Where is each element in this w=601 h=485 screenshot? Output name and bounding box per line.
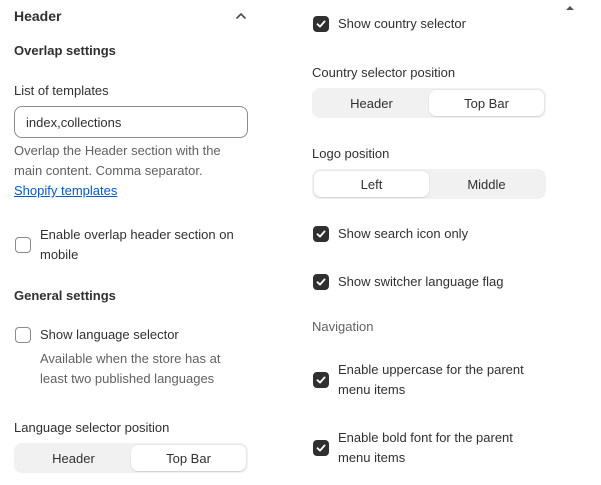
language-position-segmented: Header Top Bar [14, 443, 248, 473]
templates-label: List of templates [14, 83, 109, 98]
uppercase-label-line-1: Enable uppercase for the parent [338, 362, 524, 377]
switcher-flag-label: Show switcher language flag [338, 274, 504, 289]
general-settings-heading: General settings [14, 288, 116, 303]
overlap-settings-heading: Overlap settings [14, 43, 116, 58]
uppercase-checkbox[interactable] [313, 372, 329, 388]
logo-position-option-middle[interactable]: Middle [429, 171, 544, 197]
section-title: Header [14, 8, 62, 24]
overlap-mobile-label-line-1: Enable overlap header section on [40, 227, 234, 242]
scroll-up-icon[interactable] [565, 0, 575, 15]
language-position-option-header[interactable]: Header [16, 445, 131, 471]
overlap-mobile-label-line-2: mobile [40, 247, 79, 262]
logo-position-segmented: Left Middle [312, 169, 546, 199]
switcher-flag-checkbox[interactable] [313, 274, 329, 290]
navigation-heading: Navigation [312, 319, 374, 334]
shopify-templates-link[interactable]: Shopify templates [14, 183, 117, 198]
country-position-option-top-bar[interactable]: Top Bar [429, 90, 544, 116]
logo-position-option-left[interactable]: Left [314, 171, 429, 197]
search-icon-only-label: Show search icon only [338, 226, 469, 241]
language-position-label: Language selector position [14, 420, 170, 435]
templates-input[interactable] [14, 106, 248, 138]
uppercase-label-line-2: menu items [338, 382, 406, 397]
country-position-option-header[interactable]: Header [314, 90, 429, 116]
templates-help-line-1: Overlap the Header section with the [14, 143, 221, 158]
overlap-mobile-checkbox[interactable] [15, 237, 31, 253]
country-position-segmented: Header Top Bar [312, 88, 546, 118]
language-selector-checkbox[interactable] [15, 327, 31, 343]
templates-help-line-2: main content. Comma separator. [14, 163, 203, 178]
bold-font-label-line-1: Enable bold font for the parent [338, 430, 513, 445]
language-help-line-2: least two published languages [40, 371, 215, 386]
country-selector-checkbox[interactable] [313, 16, 329, 32]
search-icon-only-checkbox[interactable] [313, 226, 329, 242]
bold-font-checkbox[interactable] [313, 440, 329, 456]
language-help-line-1: Available when the store has at [40, 351, 221, 366]
country-position-label: Country selector position [312, 65, 456, 80]
bold-font-label-line-2: menu items [338, 450, 406, 465]
language-selector-label: Show language selector [40, 327, 179, 342]
country-selector-label: Show country selector [338, 16, 466, 31]
language-position-option-top-bar[interactable]: Top Bar [131, 445, 246, 471]
logo-position-label: Logo position [312, 146, 390, 161]
chevron-up-icon[interactable] [234, 9, 248, 26]
